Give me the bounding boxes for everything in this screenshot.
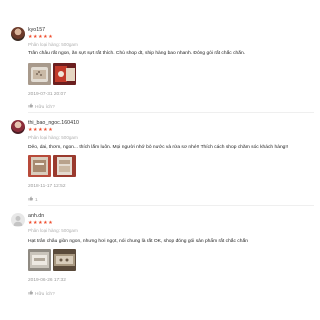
like-label: Hữu ích? [35, 105, 55, 110]
review-photo[interactable] [53, 63, 76, 85]
review-photo[interactable] [28, 155, 51, 177]
like-button[interactable]: Hữu ích? [28, 290, 55, 297]
divider [28, 205, 314, 206]
review-photo[interactable] [28, 249, 51, 271]
review-username[interactable]: kyo157 [28, 27, 45, 33]
star-rating: ★★★★★ [28, 220, 54, 226]
review-photo[interactable] [53, 155, 76, 177]
like-count: 1 [35, 198, 38, 203]
review-variant: Phân loại hàng: 500gam [28, 135, 78, 140]
like-button[interactable]: 1 [28, 196, 38, 203]
review-variant: Phân loại hàng: 500gam [28, 228, 78, 233]
thumbs-up-icon [28, 103, 33, 110]
review-username[interactable]: anh.dn [28, 213, 44, 219]
review-variant: Phân loại hàng: 500gam [28, 42, 78, 47]
star-rating: ★★★★★ [28, 127, 54, 133]
review-comment: Dẻo, dai, thơm, ngon... thích lắm luôn. … [28, 145, 289, 150]
divider [28, 112, 314, 113]
review-comment: Trân châu rất ngon, ăn sựt sựt rất thích… [28, 51, 246, 56]
thumbs-up-icon [28, 290, 33, 297]
review-photo[interactable] [28, 63, 51, 85]
review-comment: Hạt trân châu giòn ngon, nhưng hơi ngọt,… [28, 239, 248, 244]
thumbs-up-icon [28, 196, 33, 203]
like-label: Hữu ích? [35, 292, 55, 297]
review-date: 2019-06-26 17:32 [28, 278, 66, 283]
review-username[interactable]: thi_bao_ngoc.160410 [28, 120, 79, 126]
review-date: 2019-07-31 20:07 [28, 92, 66, 97]
review-date: 2018-11-17 12:52 [28, 184, 66, 189]
avatar[interactable] [11, 120, 25, 134]
like-button[interactable]: Hữu ích? [28, 103, 55, 110]
avatar[interactable] [11, 27, 25, 41]
star-rating: ★★★★★ [28, 34, 54, 40]
review-photo[interactable] [53, 249, 76, 271]
avatar[interactable] [11, 213, 25, 227]
